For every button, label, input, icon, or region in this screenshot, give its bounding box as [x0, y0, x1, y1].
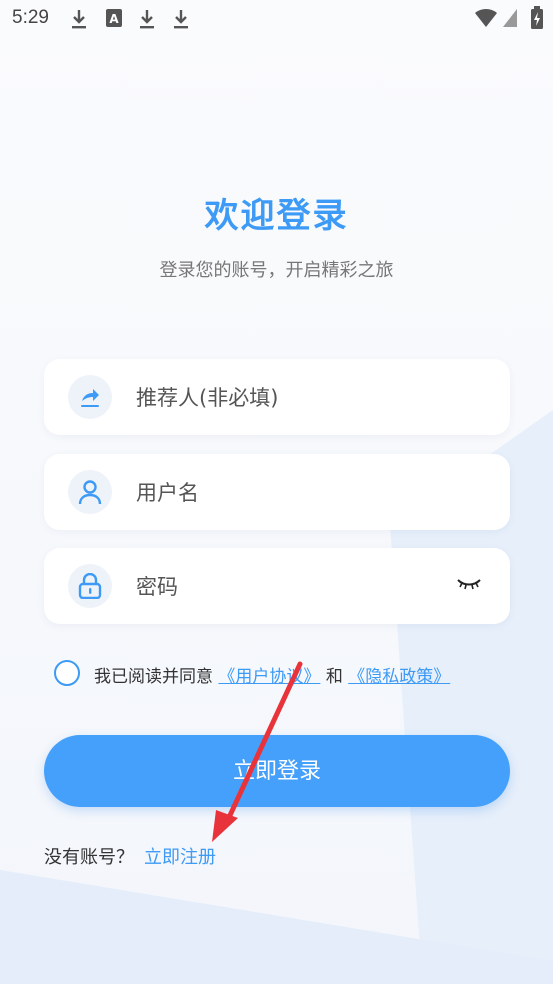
agreement-prefix: 我已阅读并同意 — [94, 667, 213, 687]
referrer-field[interactable] — [44, 359, 510, 435]
page-title: 欢迎登录 — [204, 196, 349, 236]
privacy-policy-link[interactable]: 《隐私政策》 — [348, 667, 450, 687]
font-a-icon: A — [105, 8, 123, 28]
status-bar: 5:29 A — [0, 0, 553, 40]
username-input[interactable] — [134, 472, 438, 514]
download-icon — [172, 8, 190, 30]
password-field[interactable] — [44, 548, 510, 624]
referral-share-icon — [68, 375, 112, 419]
download-icon — [70, 8, 88, 30]
register-row: 没有账号？ 立即注册 — [44, 843, 216, 869]
user-icon — [68, 470, 112, 514]
download-icon — [138, 8, 156, 30]
register-prompt: 没有账号？ — [44, 847, 134, 868]
referrer-input[interactable] — [134, 377, 438, 419]
agreement-checkbox[interactable] — [54, 660, 80, 686]
register-link[interactable]: 立即注册 — [144, 847, 216, 868]
login-button[interactable]: 立即登录 — [44, 735, 510, 807]
password-input[interactable] — [134, 566, 438, 608]
signal-icon — [502, 8, 518, 28]
svg-text:A: A — [109, 12, 119, 26]
username-field[interactable] — [44, 454, 510, 530]
battery-charging-icon — [530, 6, 544, 30]
lock-icon — [68, 564, 112, 608]
user-agreement-link[interactable]: 《用户协议》 — [218, 667, 320, 687]
page-subtitle: 登录您的账号，开启精彩之旅 — [159, 260, 394, 281]
agreement-text: 我已阅读并同意 《用户协议》 和 《隐私政策》 — [94, 662, 450, 687]
status-time: 5:29 — [12, 7, 49, 28]
wifi-icon — [474, 8, 498, 28]
agreement-and: 和 — [325, 667, 343, 687]
eye-closed-icon[interactable] — [456, 576, 482, 595]
